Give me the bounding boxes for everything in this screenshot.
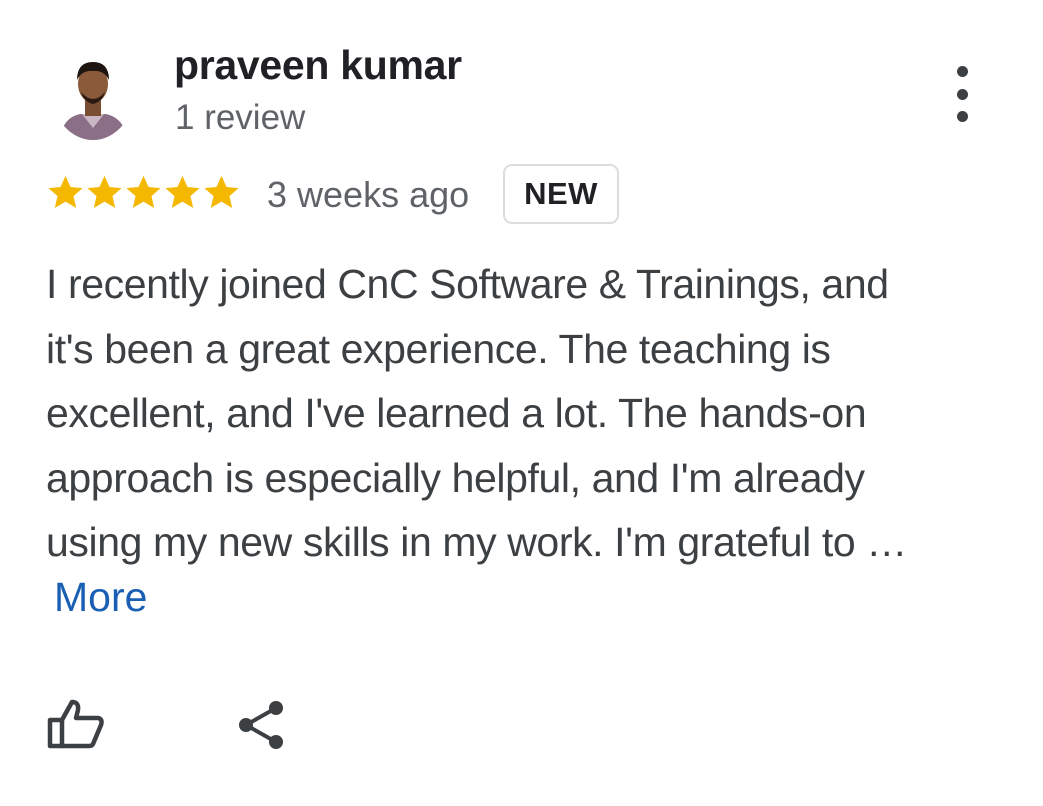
share-button[interactable]: [234, 698, 288, 752]
more-vert-icon-dot: [956, 111, 968, 122]
star-icon: [204, 175, 239, 208]
review-text: I recently joined CnC Software & Trainin…: [46, 252, 1006, 575]
more-vert-icon-dot: [956, 88, 968, 100]
star-icon: [87, 175, 122, 208]
share-icon: [239, 701, 283, 749]
new-badge: NEW: [503, 164, 619, 224]
author-avatar[interactable]: [52, 44, 134, 140]
author-review-count: 1 review: [175, 98, 306, 137]
review-card: praveen kumar 1 review 3 weeks ago NEW I…: [0, 0, 1043, 806]
more-link[interactable]: More: [54, 574, 147, 621]
review-text-line: I recently joined CnC Software & Trainin…: [46, 261, 889, 307]
more-vert-icon: [956, 66, 968, 77]
star-rating: [46, 173, 241, 213]
review-text-line: it's been a great experience. The teachi…: [46, 325, 831, 372]
star-icon: [165, 175, 200, 208]
review-time: 3 weeks ago: [267, 174, 470, 215]
review-text-line: using my new skills in my work. I'm grat…: [46, 519, 907, 565]
like-button[interactable]: [46, 698, 106, 750]
star-icon: [126, 175, 161, 208]
author-name[interactable]: praveen kumar: [174, 42, 462, 89]
review-text-line: excellent, and I've learned a lot. The h…: [46, 390, 867, 436]
review-text-line: approach is especially helpful, and I'm …: [46, 454, 865, 501]
thumb-up-icon: [47, 699, 104, 749]
more-options-button[interactable]: [944, 66, 980, 122]
star-icon: [48, 175, 83, 208]
